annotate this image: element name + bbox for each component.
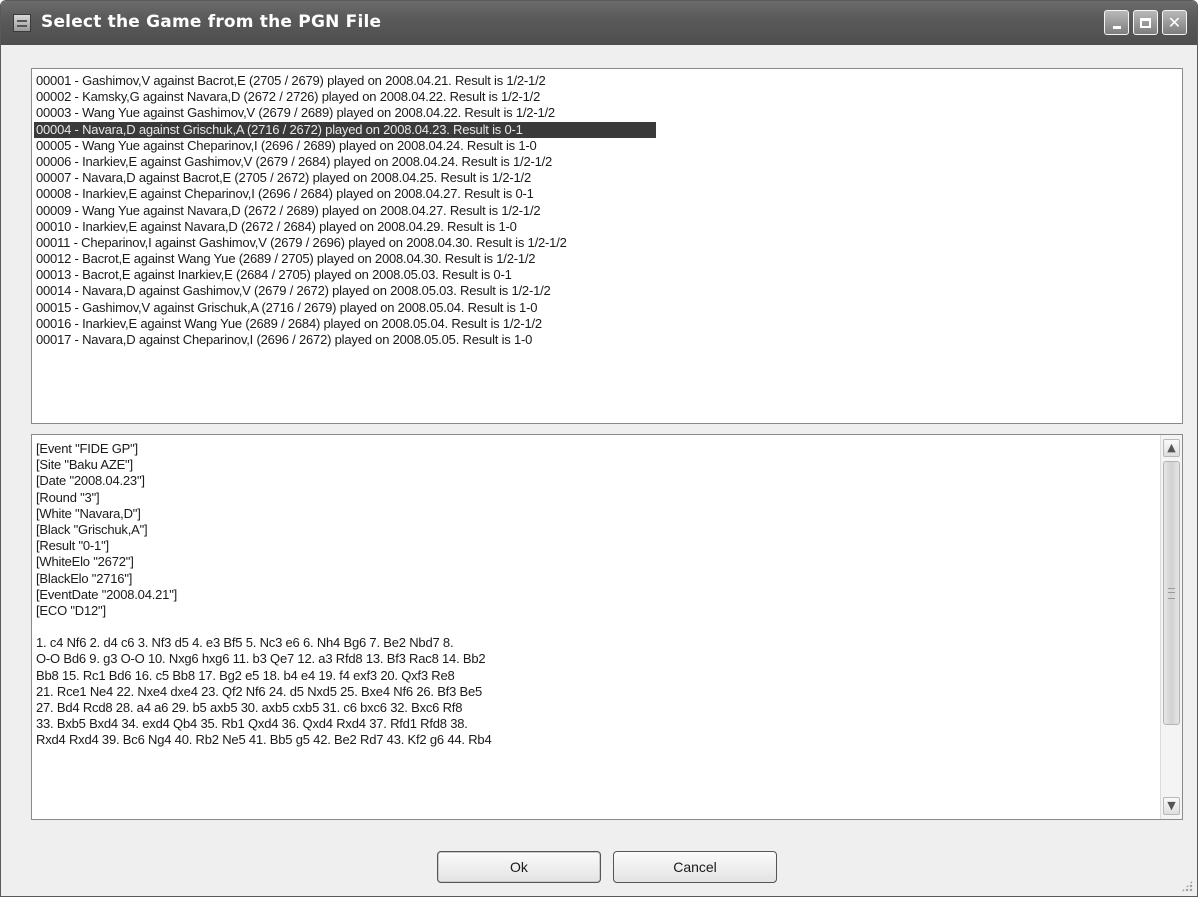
pgn-header-line: [Event "FIDE GP"] — [36, 441, 138, 456]
pgn-header-line: [BlackElo "2716"] — [36, 570, 133, 586]
pgn-header-line: [Date "2008.04.23"] — [36, 473, 145, 489]
pgn-header-line: [Black "Grischuk,A"] — [36, 521, 148, 537]
maximize-button[interactable] — [1133, 10, 1158, 35]
vertical-scrollbar[interactable]: ▲ ▼ — [1160, 435, 1182, 819]
list-item[interactable]: 00016 - Inarkiev,E against Wang Yue (268… — [32, 316, 1182, 332]
list-item[interactable]: 00010 - Inarkiev,E against Navara,D (267… — [32, 219, 1182, 235]
minimize-icon — [1112, 26, 1121, 29]
pgn-text-area[interactable]: [Event "FIDE GP"] [Site "Baku AZE"] [Date … — [31, 434, 1183, 820]
list-item[interactable]: 00009 - Wang Yue against Navara,D (2672 … — [32, 203, 1182, 219]
list-item[interactable]: 00012 - Bacrot,E against Wang Yue (2689 … — [32, 251, 1182, 267]
pgn-header-line: [WhiteElo "2672"] — [36, 554, 134, 570]
chevron-down-icon[interactable]: ▼ — [1163, 797, 1180, 815]
list-item-selected[interactable]: 00004 - Navara,D against Grischuk,A (271… — [34, 121, 656, 138]
list-item[interactable]: 00007 - Navara,D against Bacrot,E (2705 … — [32, 170, 1182, 186]
pgn-moves-line: Bb8 15. Rc1 Bd6 16. c5 Bb8 17. Bg2 e5 18… — [36, 667, 455, 683]
resize-grip-icon[interactable] — [1181, 880, 1193, 892]
game-list[interactable]: 00001 - Gashimov,V against Bacrot,E (270… — [31, 68, 1183, 424]
cancel-button[interactable]: Cancel — [613, 851, 777, 883]
pgn-moves-line: 33. Bxb5 Bxd4 34. exd4 Qb4 35. Rb1 Qxd4 … — [36, 716, 468, 732]
title-bar[interactable]: Select the Game from the PGN File ✕ — [1, 1, 1197, 45]
chevron-up-icon[interactable]: ▲ — [1163, 439, 1180, 457]
list-item[interactable]: 00015 - Gashimov,V against Grischuk,A (2… — [32, 300, 1182, 316]
list-item[interactable]: 00008 - Inarkiev,E against Cheparinov,I … — [32, 186, 1182, 202]
list-item[interactable]: 00006 - Inarkiev,E against Gashimov,V (2… — [32, 154, 1182, 170]
pgn-text: [Event "FIDE GP"] [Site "Baku AZE"] [Date … — [36, 441, 1156, 749]
pgn-moves-line: 27. Bd4 Rcd8 28. a4 a6 29. b5 axb5 30. a… — [36, 700, 463, 715]
maximize-icon — [1140, 17, 1151, 28]
pgn-header-line: [ECO "D12"] — [36, 602, 106, 618]
list-item[interactable]: 00005 - Wang Yue against Cheparinov,I (2… — [32, 138, 1182, 154]
list-item[interactable]: 00002 - Kamsky,G against Navara,D (2672 … — [32, 89, 1182, 105]
ok-button[interactable]: Ok — [437, 851, 601, 883]
list-item[interactable]: 00011 - Cheparinov,I against Gashimov,V … — [32, 235, 1182, 251]
pgn-moves-line: 21. Rce1 Ne4 22. Nxe4 dxe4 23. Qf2 Nf6 2… — [36, 683, 483, 699]
close-icon: ✕ — [1167, 13, 1182, 32]
pgn-select-dialog: Select the Game from the PGN File ✕ 0000… — [0, 0, 1198, 897]
minimize-button[interactable] — [1104, 10, 1129, 35]
pgn-header-line: [White "Navara,D"] — [36, 505, 141, 521]
pgn-blank-line — [36, 619, 1156, 635]
close-button[interactable]: ✕ — [1162, 10, 1187, 35]
pgn-header-line: [EventDate "2008.04.21"] — [36, 586, 178, 602]
list-item[interactable]: 00014 - Navara,D against Gashimov,V (267… — [32, 283, 1182, 299]
grip-icon — [1168, 588, 1175, 599]
app-window-icon — [13, 14, 31, 32]
scrollbar-thumb[interactable] — [1163, 461, 1180, 725]
list-item[interactable]: 00003 - Wang Yue against Gashimov,V (267… — [32, 105, 1182, 121]
pgn-moves-line: O-O Bd6 9. g3 O-O 10. Nxg6 hxg6 11. b3 Q… — [36, 651, 486, 667]
list-item[interactable]: 00017 - Navara,D against Cheparinov,I (2… — [32, 332, 1182, 348]
list-item[interactable]: 00001 - Gashimov,V against Bacrot,E (270… — [32, 73, 1182, 89]
pgn-moves-line: 1. c4 Nf6 2. d4 c6 3. Nf3 d5 4. e3 Bf5 5… — [36, 635, 454, 651]
pgn-header-line: [Site "Baku AZE"] — [36, 457, 133, 473]
pgn-header-line: [Result "0-1"] — [36, 538, 109, 554]
pgn-moves-line: Rxd4 Rxd4 39. Bc6 Ng4 40. Rb2 Ne5 41. Bb… — [36, 732, 492, 748]
list-item[interactable]: 00013 - Bacrot,E against Inarkiev,E (268… — [32, 267, 1182, 283]
window-title: Select the Game from the PGN File — [41, 12, 382, 32]
pgn-header-line: [Round "3"] — [36, 489, 100, 505]
